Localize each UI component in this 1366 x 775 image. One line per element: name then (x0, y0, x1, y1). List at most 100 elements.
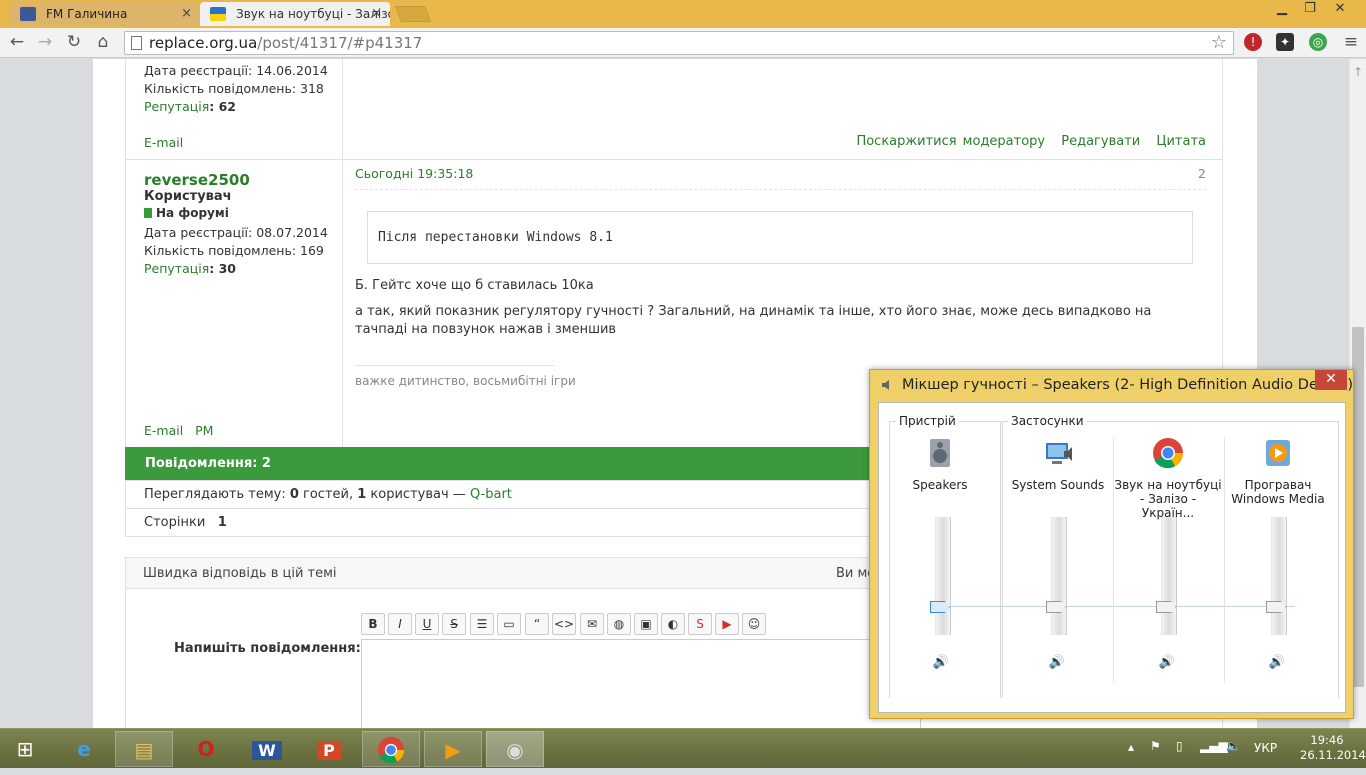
report-link[interactable]: Поскаржитися модератору (856, 134, 1045, 149)
power-icon[interactable]: ▯ (1176, 739, 1183, 753)
mixer-close-button[interactable]: ✕ (1315, 370, 1347, 390)
previous-post-author: Дата реєстрації: 14.06.2014 Кількість по… (126, 59, 343, 159)
mixer-panel: Пристрій Застосунки Speakers 🔊 System So… (878, 402, 1346, 713)
channel-system-sounds[interactable]: System Sounds (1003, 437, 1113, 492)
post-header: Сьогодні 19:35:18 2 (355, 160, 1206, 190)
previous-post: Дата реєстрації: 14.06.2014 Кількість по… (125, 59, 1223, 160)
post-body: Сьогодні 19:35:18 2 Після перестановки W… (355, 160, 1206, 388)
chrome-taskbar-icon[interactable] (362, 731, 420, 767)
tab-close-icon[interactable]: × (371, 6, 382, 21)
forward-button[interactable]: → (34, 32, 56, 54)
bold-button[interactable]: B (361, 613, 385, 635)
powerpoint-icon[interactable]: P (300, 731, 358, 767)
smiley-button[interactable]: ☺ (742, 613, 766, 635)
viewer-link[interactable]: Q-bart (470, 487, 512, 502)
apps-group-label: Застосунки (1008, 414, 1087, 428)
mixer-title: Мікшер гучності – Speakers (2- High Defi… (902, 377, 1354, 393)
spoiler-button[interactable]: ▭ (497, 613, 521, 635)
image-button[interactable]: ▣ (634, 613, 658, 635)
action-center-flag-icon[interactable]: ⚑ (1150, 739, 1161, 753)
browser-toolbar: ← → ↻ ⌂ replace.org.ua/post/41317/#p4131… (0, 28, 1366, 58)
word-icon[interactable]: W (238, 731, 296, 767)
tab-close-icon[interactable]: × (181, 6, 192, 21)
speakers-volume-slider[interactable] (930, 517, 954, 635)
device-group-label: Пристрій (896, 414, 959, 428)
code-button[interactable]: <> (552, 613, 576, 635)
color-button[interactable]: ◐ (661, 613, 685, 635)
pm-link[interactable]: PM (195, 423, 213, 438)
channel-label: System Sounds (1011, 478, 1105, 492)
tab-fm-galychyna[interactable]: FM Галичина × (10, 2, 200, 26)
link-button[interactable]: ◍ (607, 613, 631, 635)
maximize-button[interactable]: ❐ (1296, 0, 1324, 20)
system-sounds-icon (1046, 443, 1072, 464)
chrome-mute-icon[interactable]: 🔊 (1157, 655, 1177, 671)
email-link[interactable]: E-mail (144, 134, 342, 152)
channel-chrome[interactable]: Звук на ноутбуці - Залізо - Україн... (1113, 437, 1223, 520)
channel-windows-media[interactable]: Програвач Windows Media (1223, 437, 1333, 506)
channel-label: Програвач Windows Media (1231, 478, 1325, 506)
internet-explorer-icon[interactable]: e (55, 731, 113, 767)
strikethrough-button[interactable]: S (442, 613, 466, 635)
post-actions: Поскаржитися модератору Редагувати Цитат… (846, 134, 1206, 149)
edit-link[interactable]: Редагувати (1061, 134, 1140, 149)
clock[interactable]: 19:46 26.11.2014 (1300, 733, 1366, 763)
quote-link[interactable]: Цитата (1156, 134, 1206, 149)
tab-zvuk-na-noutbutsi[interactable]: Звук на ноутбуці - Залізо × (200, 2, 390, 26)
browser-tabstrip: FM Галичина × Звук на ноутбуці - Залізо … (0, 0, 1366, 28)
page-1-link[interactable]: 1 (218, 515, 227, 530)
new-tab-button[interactable] (395, 6, 431, 22)
username[interactable]: reverse2500 (144, 171, 342, 189)
ukraine-flag-favicon-icon (210, 7, 226, 21)
system-sounds-mute-icon[interactable]: 🔊 (1047, 655, 1067, 671)
extension-green-icon[interactable]: ◎ (1309, 33, 1327, 51)
windows-media-mute-icon[interactable]: 🔊 (1267, 655, 1287, 671)
back-button[interactable]: ← (6, 32, 28, 54)
post-number[interactable]: 2 (1198, 166, 1206, 181)
chrome-icon (377, 736, 405, 764)
input-language[interactable]: УКР (1254, 741, 1277, 755)
show-hidden-icons[interactable]: ▴ (1128, 740, 1134, 754)
chrome-volume-slider[interactable] (1156, 517, 1180, 635)
bookmark-star-icon[interactable]: ☆ (1211, 32, 1227, 54)
reputation-row: Репутація: 30 (144, 261, 236, 276)
volume-icon[interactable]: 🔈 (1226, 739, 1241, 753)
network-icon[interactable]: ▂▄▆ (1200, 739, 1228, 753)
post-author: reverse2500 Користувач На форумі Дата ре… (126, 160, 343, 447)
channel-speakers[interactable]: Speakers (885, 437, 995, 492)
system-sounds-volume-slider[interactable] (1046, 517, 1070, 635)
youtube-button[interactable]: ▶ (715, 613, 739, 635)
extension-icon[interactable]: ✦ (1276, 33, 1294, 51)
close-window-button[interactable]: ✕ (1326, 0, 1354, 20)
list-button[interactable]: ☰ (470, 613, 494, 635)
message-label: Напишіть повідомлення: (174, 641, 361, 656)
windows-media-volume-slider[interactable] (1266, 517, 1290, 635)
email-button[interactable]: ✉ (580, 613, 604, 635)
scroll-up-icon[interactable]: ↑ (1353, 65, 1363, 79)
signature-divider (355, 365, 555, 366)
volume-mixer-taskbar-icon[interactable]: ◉ (486, 731, 544, 767)
home-button[interactable]: ⌂ (92, 32, 114, 54)
start-button[interactable]: ⊞ (0, 731, 50, 767)
quote-button[interactable]: “ (525, 613, 549, 635)
spoiler-s-button[interactable]: S (688, 613, 712, 635)
file-explorer-icon[interactable]: ▤ (115, 731, 173, 767)
media-player-taskbar-icon[interactable]: ▶ (424, 731, 482, 767)
message-textarea[interactable] (361, 639, 921, 728)
sync-line (939, 606, 1295, 607)
email-link[interactable]: E-mail (144, 423, 183, 438)
italic-button[interactable]: I (388, 613, 412, 635)
adblock-extension-icon[interactable]: ! (1244, 33, 1262, 51)
menu-icon[interactable]: ≡ (1340, 32, 1362, 54)
reload-button[interactable]: ↻ (63, 32, 85, 54)
address-bar[interactable]: replace.org.ua/post/41317/#p41317 ☆ (124, 31, 1234, 55)
speakers-mute-icon[interactable]: 🔊 (931, 655, 951, 671)
msg-count-row: Кількість повідомлень: 318 (144, 81, 324, 96)
underline-button[interactable]: U (415, 613, 439, 635)
opera-icon[interactable]: O (177, 731, 235, 767)
post-timestamp[interactable]: Сьогодні 19:35:18 (355, 166, 473, 181)
minimize-button[interactable]: ▁ (1268, 0, 1296, 20)
quote-block: Після перестановки Windows 8.1 (367, 211, 1193, 264)
msg-count-row: Кількість повідомлень: 169 (144, 243, 324, 258)
tab-title: Звук на ноутбуці - Залізо (236, 7, 390, 21)
